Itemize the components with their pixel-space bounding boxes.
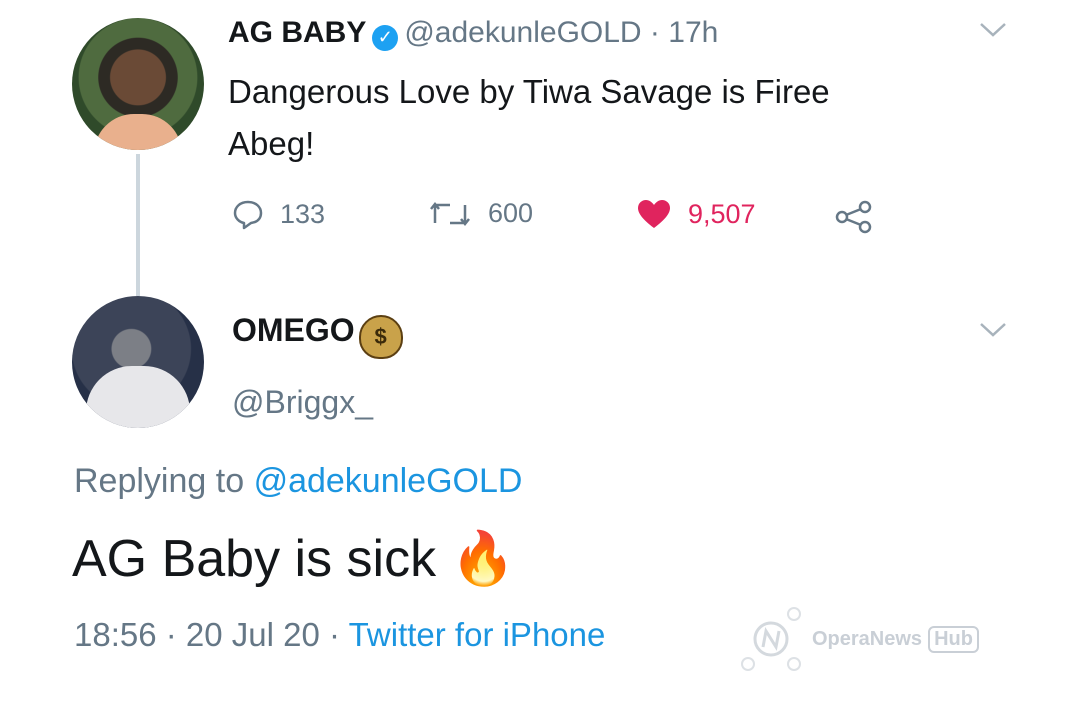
- dot-separator: ·: [641, 16, 669, 49]
- watermark-brand: OperaNews: [812, 627, 923, 650]
- avatar-ag-baby[interactable]: [72, 18, 204, 150]
- reply-action[interactable]: 133: [232, 198, 325, 230]
- like-count: 9,507: [688, 198, 756, 229]
- tweet-source[interactable]: Twitter for iPhone: [349, 616, 606, 653]
- retweet-icon: [430, 201, 470, 226]
- tweet-timestamp[interactable]: 18:56 · 20 Jul 20 ·: [74, 616, 340, 653]
- thread-line: [136, 154, 140, 296]
- reply-header: OMEGO $: [232, 312, 403, 359]
- parent-header: AG BABY ✓ @adekunleGOLD · 17h: [228, 16, 718, 51]
- parent-handle[interactable]: @adekunleGOLD: [404, 16, 641, 49]
- reply-tweet-text: AG Baby is sick 🔥: [72, 528, 515, 589]
- tweet-meta: 18:56 · 20 Jul 20 · Twitter for iPhone: [74, 616, 605, 654]
- replying-to-label: Replying to: [74, 462, 245, 500]
- retweet-count: 600: [488, 198, 534, 228]
- money-bag-icon: $: [358, 314, 403, 359]
- parent-tweet-text: Dangerous Love by Tiwa Savage is Firee A…: [228, 66, 830, 170]
- opera-news-logo-icon: [741, 607, 801, 671]
- fire-emoji-icon: 🔥: [450, 530, 516, 588]
- reply-display-name[interactable]: OMEGO: [232, 312, 355, 348]
- retweet-action[interactable]: 600: [428, 198, 533, 229]
- verified-icon: ✓: [372, 24, 399, 51]
- chevron-down-icon[interactable]: [978, 20, 1008, 46]
- replying-to-handle[interactable]: @adekunleGOLD: [254, 462, 523, 500]
- heart-icon: [638, 200, 670, 228]
- chevron-down-icon[interactable]: [978, 320, 1008, 345]
- parent-time[interactable]: 17h: [668, 16, 718, 49]
- replying-to: Replying to @adekunleGOLD: [74, 462, 522, 501]
- like-action[interactable]: 9,507: [636, 198, 756, 230]
- watermark: OperaNews Hub: [736, 604, 979, 674]
- avatar-shirt: [86, 366, 190, 428]
- share-icon[interactable]: [834, 200, 874, 239]
- avatar-shirt: [94, 114, 182, 150]
- avatar-omego[interactable]: [72, 296, 204, 428]
- parent-display-name[interactable]: AG BABY: [228, 16, 366, 49]
- reply-count: 133: [280, 198, 326, 229]
- reply-handle[interactable]: @Briggx_: [232, 384, 373, 421]
- parent-text-line2: Abeg!: [228, 125, 315, 162]
- watermark-suffix: Hub: [928, 625, 979, 653]
- reply-icon: [233, 200, 263, 230]
- reply-text: AG Baby is sick: [72, 530, 437, 588]
- parent-text-line1: Dangerous Love by Tiwa Savage is Firee: [228, 73, 830, 110]
